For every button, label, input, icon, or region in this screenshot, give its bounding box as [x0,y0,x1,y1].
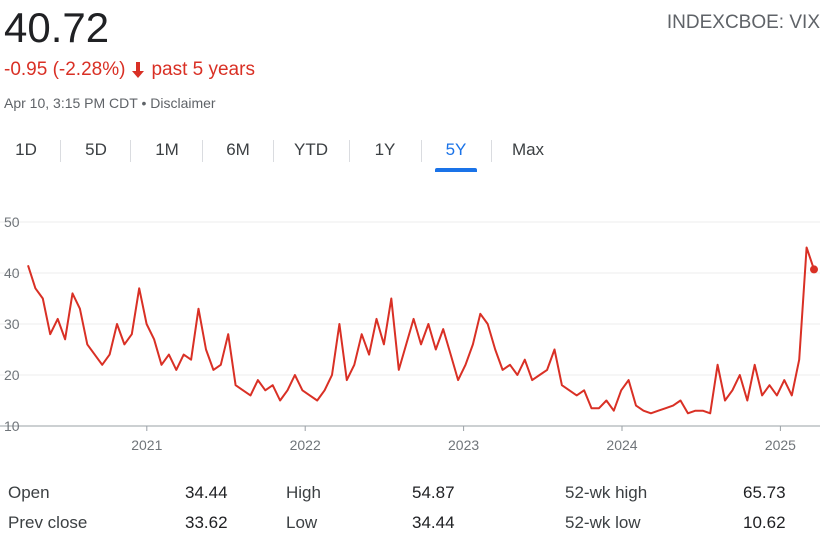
stat-value-low: 34.44 [412,513,455,532]
price-change: -0.95 (-2.28%) past 5 years [4,59,255,81]
tab-divider [202,140,203,162]
tab-max[interactable]: Max [500,132,556,168]
tab-divider [60,140,61,162]
stat-value-52wk-high: 65.73 [743,483,786,502]
stat-label-open: Open [8,483,50,502]
range-tabs: 1D 5D 1M 6M YTD 1Y 5Y Max [0,132,600,172]
last-point-marker [810,265,818,274]
down-arrow-icon [132,62,145,78]
price-chart[interactable]: 10 20 30 40 50 2021 2022 2023 2024 2025 [0,200,832,462]
x-tick-label: 2023 [448,437,479,453]
x-tick-label: 2021 [131,437,162,453]
stat-label-low: Low [286,513,318,532]
tab-1m[interactable]: 1M [140,132,194,168]
ticker-symbol: INDEXCBOE: VIX [666,12,820,33]
x-tick-label: 2025 [765,437,796,453]
stat-value-prev-close: 33.62 [185,513,228,532]
y-tick-label: 40 [4,265,20,281]
y-tick-label: 50 [4,214,20,230]
stat-value-52wk-low: 10.62 [743,513,786,532]
tab-1d[interactable]: 1D [0,132,52,168]
y-tick-label: 10 [4,418,20,434]
tab-ytd[interactable]: YTD [282,132,340,168]
stat-value-high: 54.87 [412,483,455,502]
y-tick-label: 20 [4,367,20,383]
price: 40.72 [4,4,110,51]
tab-divider [491,140,492,162]
tab-divider [130,140,131,162]
tab-5d[interactable]: 5D [70,132,122,168]
tab-divider [349,140,350,162]
tab-divider [273,140,274,162]
change-value: -0.95 (-2.28%) [4,59,126,80]
tab-1y[interactable]: 1Y [358,132,412,168]
x-tick-label: 2024 [606,437,637,453]
stat-label-52wk-high: 52-wk high [565,483,648,502]
change-period: past 5 years [151,59,255,80]
stat-label-prev-close: Prev close [8,513,88,532]
stat-label-high: High [286,483,321,502]
series-line [27,246,815,415]
quote-meta: Apr 10, 3:15 PM CDT • Disclaimer [4,95,216,111]
tab-5y[interactable]: 5Y [435,132,477,172]
tab-6m[interactable]: 6M [212,132,264,168]
stat-label-52wk-low: 52-wk low [565,513,641,532]
stat-value-open: 34.44 [185,483,228,502]
y-tick-label: 30 [4,316,20,332]
x-tick-label: 2022 [290,437,321,453]
tab-divider [421,140,422,162]
